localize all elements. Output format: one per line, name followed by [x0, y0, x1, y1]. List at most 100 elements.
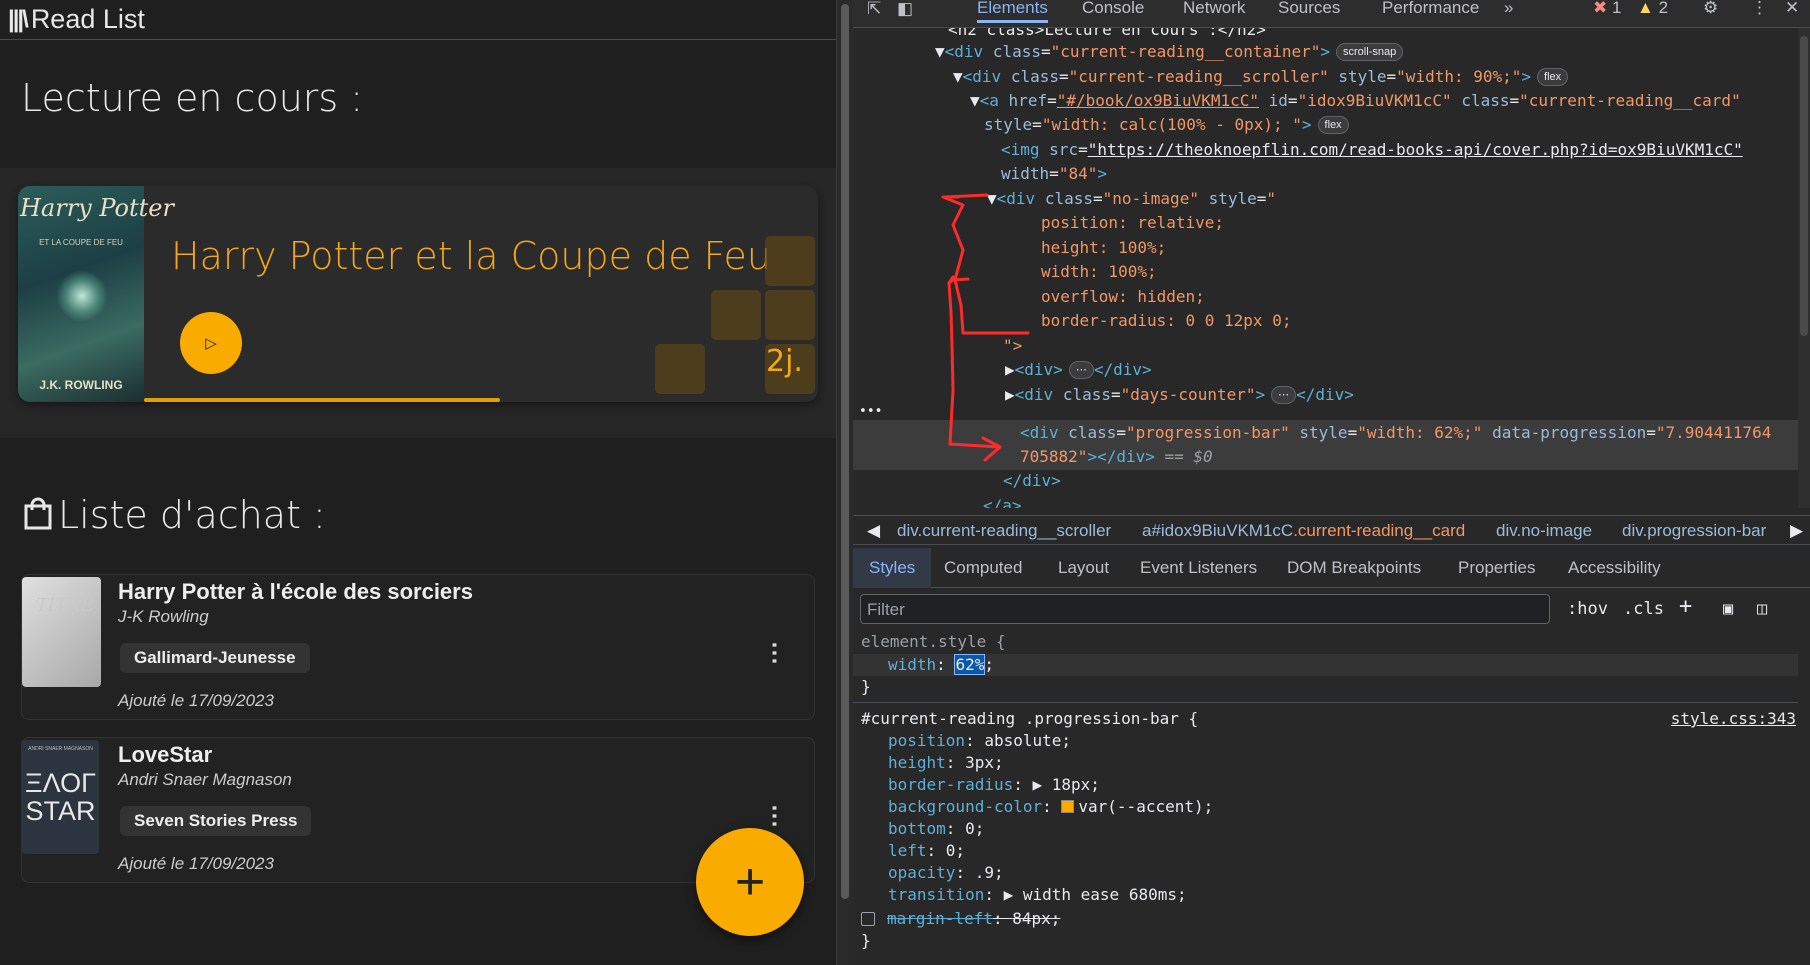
warning-icon: ▲	[1637, 0, 1654, 17]
tab-properties[interactable]: Properties	[1458, 558, 1535, 578]
tab-event-listeners[interactable]: Event Listeners	[1140, 558, 1257, 578]
hov-button[interactable]: :hov	[1567, 599, 1608, 619]
tab-performance[interactable]: Performance	[1382, 0, 1479, 18]
cls-button[interactable]: .cls	[1623, 599, 1664, 619]
more-vert-icon[interactable]: ⋯	[761, 804, 788, 828]
deco-square	[765, 290, 815, 340]
breadcrumb-item[interactable]: div.progression-bar	[1622, 521, 1766, 541]
style-property[interactable]: border-radius: ▶ 18px;	[888, 774, 1100, 796]
current-reading-card[interactable]: Harry Potter ET LA COUPE DE FEU J.K. ROW…	[18, 186, 818, 402]
code-line[interactable]: height: 100%;	[1041, 236, 1166, 261]
book-author: J-K Rowling	[118, 607, 209, 626]
ellipsis-badge[interactable]: ⋯	[1068, 361, 1094, 379]
breadcrumb-item[interactable]: div.current-reading__scroller	[897, 521, 1111, 541]
code-line[interactable]: width: 100%;	[1041, 260, 1157, 285]
tab-computed[interactable]: Computed	[944, 558, 1022, 578]
code-line[interactable]: ▼<div class="current-reading__container"…	[935, 40, 1404, 65]
list-item[interactable]: ANDRI SNAER MAGNASON ΞΛΟΓ STAR LoveStar …	[21, 737, 815, 883]
code-line[interactable]: </div>	[1003, 469, 1061, 494]
rule-source-link[interactable]: style.css:343	[1671, 708, 1796, 730]
style-property[interactable]: background-color: var(--accent);	[888, 796, 1213, 818]
code-line[interactable]: overflow: hidden;	[1041, 285, 1205, 310]
tab-styles[interactable]: Styles	[869, 558, 915, 578]
checkbox[interactable]	[861, 912, 875, 926]
list-item[interactable]: TITRE Harry Potter à l'école des sorcier…	[21, 574, 815, 720]
deco-square	[765, 236, 815, 286]
tab-elements[interactable]: Elements	[977, 0, 1048, 23]
publisher-chip: Gallimard-Jeunesse	[120, 643, 310, 673]
scrollbar-thumb[interactable]	[1800, 36, 1808, 336]
warnings-indicator[interactable]: ▲ 2	[1637, 0, 1668, 18]
ellipsis-badge[interactable]: ⋯	[1271, 386, 1297, 404]
tab-accessibility[interactable]: Accessibility	[1568, 558, 1661, 578]
code-line[interactable]: style="width: calc(100% - 0px); "> flex	[984, 113, 1349, 138]
code-line[interactable]: ▼<a href="#/book/ox9BiuVKM1cC" id="idox9…	[970, 89, 1741, 114]
code-line[interactable]: ">	[1003, 334, 1022, 359]
code-line-selected[interactable]: 705882"></div> == $0	[1020, 445, 1213, 470]
add-rule-icon[interactable]: +	[1679, 594, 1692, 619]
style-property-disabled[interactable]: margin-left: 84px;	[861, 908, 1060, 930]
book-title: LoveStar	[118, 742, 213, 767]
style-property[interactable]: opacity: .9;	[888, 862, 1004, 884]
breadcrumb-next-icon[interactable]: ▶	[1790, 521, 1803, 541]
page-scrollbar[interactable]	[836, 0, 853, 965]
tab-network[interactable]: Network	[1183, 0, 1245, 18]
style-property[interactable]: left: 0;	[888, 840, 965, 862]
rule-selector[interactable]: #current-reading .progression-bar {	[861, 708, 1198, 730]
settings-gear-icon[interactable]: ⚙	[1703, 0, 1718, 18]
code-line[interactable]: ▼<div class="no-image" style="	[987, 187, 1276, 212]
more-tabs-icon[interactable]: »	[1504, 0, 1513, 18]
breadcrumb-item[interactable]: a#idox9BiuVKM1cC.current-reading__card	[1142, 521, 1465, 541]
code-line[interactable]: </a>	[983, 494, 1022, 508]
tab-sources[interactable]: Sources	[1278, 0, 1340, 18]
tab-layout[interactable]: Layout	[1058, 558, 1109, 578]
cover-title: Harry Potter	[20, 194, 174, 222]
breadcrumb-item[interactable]: div.no-image	[1496, 521, 1592, 541]
warning-count: 2	[1658, 0, 1669, 17]
device-toolbar-icon[interactable]: ◧	[897, 0, 913, 19]
toggle-sidebar-icon[interactable]: ◫	[1757, 599, 1767, 619]
style-property[interactable]: bottom: 0;	[888, 818, 984, 840]
code-line[interactable]: position: relative;	[1041, 211, 1224, 236]
style-property[interactable]: transition: ▶ width ease 680ms;	[888, 884, 1187, 906]
paint-brush-icon[interactable]: ▣	[1723, 599, 1733, 619]
code-line[interactable]: <img src="https://theoknoepflin.com/read…	[1001, 138, 1743, 163]
code-line-selected[interactable]: <div class="progression-bar" style="widt…	[1020, 421, 1771, 446]
code-line[interactable]: ▶<div> ⋯ </div>	[1005, 358, 1152, 383]
color-swatch[interactable]	[1061, 800, 1075, 813]
current-reading-heading: Lecture en cours :	[21, 76, 364, 120]
devtools-panel: ⇱ ◧ Elements Console Network Sources Per…	[853, 0, 1810, 965]
error-icon: ✖	[1593, 0, 1608, 17]
play-icon: ▷	[205, 335, 217, 352]
app-title: Read List	[30, 4, 145, 34]
close-icon[interactable]: ✕	[1785, 0, 1799, 18]
code-line[interactable]: ▼<div class="current-reading__scroller" …	[953, 65, 1569, 90]
tab-console[interactable]: Console	[1082, 0, 1144, 18]
more-options-icon[interactable]: ⋮	[1751, 0, 1768, 18]
code-line[interactable]: width="84">	[1001, 162, 1107, 187]
filter-input[interactable]: Filter	[860, 594, 1550, 624]
scrollbar-thumb[interactable]	[841, 4, 849, 899]
code-line[interactable]: ▶<div class="days-counter"> ⋯ </div>	[1005, 383, 1354, 408]
elements-scrollbar[interactable]	[1798, 28, 1810, 508]
style-property[interactable]: width: 62%;	[888, 654, 994, 676]
code-line[interactable]: border-radius: 0 0 12px 0;	[1041, 309, 1291, 334]
style-property[interactable]: position: absolute;	[888, 730, 1071, 752]
tab-dom-breakpoints[interactable]: DOM Breakpoints	[1287, 558, 1421, 578]
more-vert-icon[interactable]: ⋯	[761, 641, 788, 665]
breadcrumb-prev-icon[interactable]: ◀	[867, 521, 880, 541]
inspect-icon[interactable]: ⇱	[867, 0, 881, 19]
badge[interactable]: scroll-snap	[1336, 43, 1404, 61]
add-book-button[interactable]: +	[696, 828, 804, 936]
badge[interactable]: flex	[1537, 68, 1569, 86]
style-property[interactable]: height: 3px;	[888, 752, 1004, 774]
badge[interactable]: flex	[1317, 116, 1349, 134]
more-dots-icon[interactable]: •••	[859, 400, 882, 425]
cover-text: STAR	[25, 796, 96, 826]
errors-indicator[interactable]: ✖ 1	[1593, 0, 1621, 18]
play-button[interactable]: ▷	[180, 312, 242, 374]
cover-illustration	[56, 270, 108, 322]
style-rules: element.style { width: 62%; } #current-r…	[853, 630, 1810, 965]
cover-author: J.K. ROWLING	[39, 378, 123, 392]
element-style-selector: element.style {	[861, 632, 1006, 651]
